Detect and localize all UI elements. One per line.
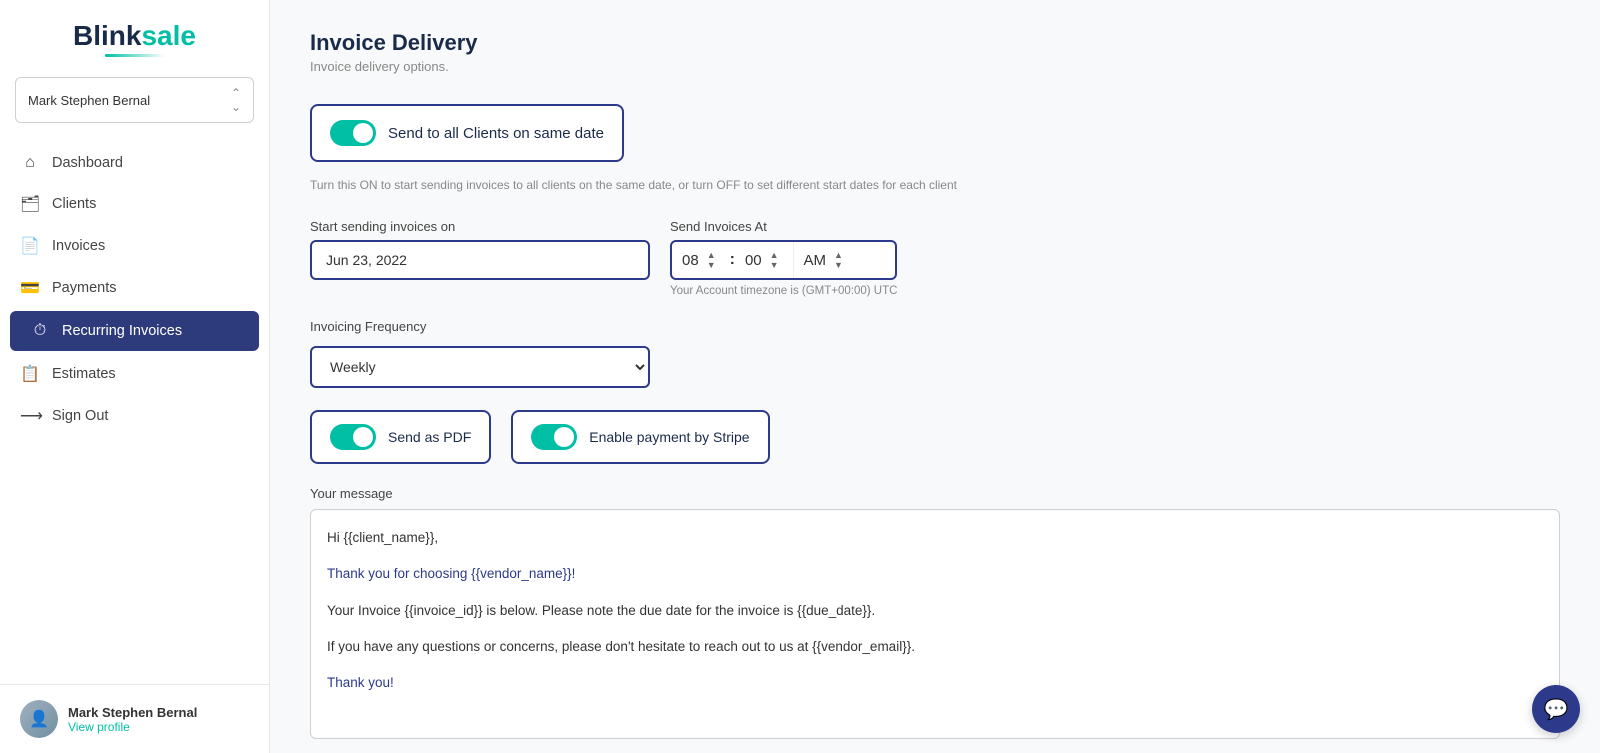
message-line1: Hi {{client_name}}, [327,526,1543,550]
nav-menu: ⌂ Dashboard 🗂 Clients 📄 Invoices 💳 Payme… [0,138,269,684]
sidebar-footer: 👤 Mark Stephen Bernal View profile [0,684,269,753]
page-header: Invoice Delivery Invoice delivery option… [310,30,1560,74]
stripe-label: Enable payment by Stripe [589,429,749,445]
ampm-stepper[interactable]: ▲▼ [830,250,847,270]
signout-icon: ⟶ [20,406,40,426]
page-title: Invoice Delivery [310,30,1560,56]
clock-icon: ⏱ [30,322,50,340]
estimates-icon: 📋 [20,364,40,384]
message-container: Hi {{client_name}}, Thank you for choosi… [310,509,1560,739]
send-pdf-label: Send as PDF [388,429,471,445]
timezone-label: Your Account timezone is (GMT+00:00) UTC [670,285,897,297]
page-subtitle: Invoice delivery options. [310,59,1560,74]
send-pdf-toggle[interactable] [330,424,376,450]
start-sending-group: Start sending invoices on [310,219,650,280]
sidebar-item-label: Payments [52,280,116,296]
frequency-group: Invoicing Frequency Daily Weekly Monthly… [310,319,1560,388]
sidebar-item-label: Clients [52,196,96,212]
payments-icon: 💳 [20,278,40,298]
footer-user-name: Mark Stephen Bernal [68,705,197,720]
user-selector-name: Mark Stephen Bernal [28,93,150,108]
invoices-icon: 📄 [20,236,40,256]
sidebar-item-label: Invoices [52,238,105,254]
sidebar-item-label: Dashboard [52,155,123,171]
date-time-row: Start sending invoices on Send Invoices … [310,219,1560,297]
message-line4: If you have any questions or concerns, p… [327,635,1543,659]
message-line2: Thank you for choosing {{vendor_name}}! [327,562,1543,586]
sidebar: Blinksale Mark Stephen Bernal ⌃⌄ ⌂ Dashb… [0,0,270,753]
sidebar-item-estimates[interactable]: 📋 Estimates [0,353,269,395]
logo-underline [105,54,165,57]
stripe-box[interactable]: Enable payment by Stripe [511,410,769,464]
avatar: 👤 [20,700,58,738]
logo-accent: sale [141,20,196,51]
stripe-toggle[interactable] [531,424,577,450]
frequency-select[interactable]: Daily Weekly Monthly Yearly [310,346,650,388]
sidebar-item-clients[interactable]: 🗂 Clients [0,183,269,225]
sidebar-item-label: Recurring Invoices [62,323,182,339]
sidebar-item-invoices[interactable]: 📄 Invoices [0,225,269,267]
message-label: Your message [310,486,1560,501]
send-all-toggle[interactable] [330,120,376,146]
time-minutes: 00 [745,252,762,269]
send-all-section: Send to all Clients on same date [310,104,624,162]
toggle-slider [330,120,376,146]
chevron-down-icon: ⌃⌄ [231,86,241,114]
toggle-row: Send as PDF Enable payment by Stripe [310,410,1560,464]
clients-icon: 🗂 [20,194,40,214]
toggle-slider [330,424,376,450]
time-ampm: AM [804,252,827,269]
send-at-container: Send Invoices At 08 ▲▼ : 00 ▲▼ AM ▲▼ You… [670,219,897,297]
main-content: Invoice Delivery Invoice delivery option… [270,0,1600,753]
message-line5: Thank you! [327,671,1543,695]
logo: Blinksale [0,0,269,67]
sidebar-item-payments[interactable]: 💳 Payments [0,267,269,309]
start-sending-label: Start sending invoices on [310,219,650,234]
sidebar-item-sign-out[interactable]: ⟶ Sign Out [0,395,269,437]
start-sending-input[interactable] [310,240,650,280]
chat-bubble[interactable]: 💬 [1532,685,1580,733]
send-pdf-box[interactable]: Send as PDF [310,410,491,464]
hours-stepper[interactable]: ▲▼ [703,250,720,270]
toggle-slider [531,424,577,450]
frequency-label: Invoicing Frequency [310,319,1560,334]
message-line3: Your Invoice {{invoice_id}} is below. Pl… [327,599,1543,623]
sidebar-item-dashboard[interactable]: ⌂ Dashboard [0,143,269,183]
home-icon: ⌂ [20,154,40,172]
sidebar-item-label: Sign Out [52,408,108,424]
user-selector[interactable]: Mark Stephen Bernal ⌃⌄ [15,77,254,123]
time-group: 08 ▲▼ : 00 ▲▼ AM ▲▼ [670,240,897,280]
view-profile-link[interactable]: View profile [68,720,197,734]
sidebar-item-label: Estimates [52,366,116,382]
chat-icon: 💬 [1544,697,1569,722]
sidebar-item-recurring-invoices[interactable]: ⏱ Recurring Invoices [10,311,259,351]
send-all-label: Send to all Clients on same date [388,125,604,142]
logo-dark: Blink [73,20,141,51]
send-all-description: Turn this ON to start sending invoices t… [310,176,1560,194]
send-at-label: Send Invoices At [670,219,897,234]
minutes-stepper[interactable]: ▲▼ [766,250,783,270]
time-hours: 08 [682,252,699,269]
